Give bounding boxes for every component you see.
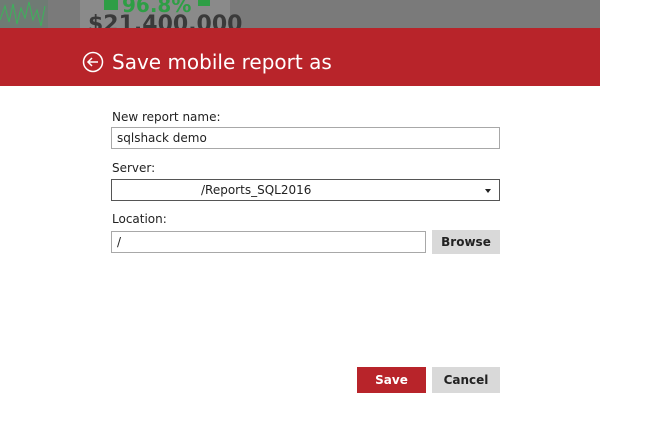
report-name-label: New report name: xyxy=(112,110,221,124)
report-name-input[interactable]: sqlshack demo xyxy=(111,127,500,149)
kpi-value: $21,400,000 xyxy=(88,12,243,29)
background-kpi-panel: 96.8% $21,400,000 xyxy=(80,0,242,28)
back-arrow-icon[interactable] xyxy=(82,51,104,73)
server-select[interactable]: /Reports_SQL2016 xyxy=(111,179,500,201)
server-value: /Reports_SQL2016 xyxy=(201,183,312,197)
save-button[interactable]: Save xyxy=(357,367,426,393)
location-input[interactable]: / xyxy=(111,231,426,253)
background-report-canvas: 96.8% $21,400,000 xyxy=(0,0,600,28)
kpi-indicator xyxy=(104,0,118,10)
browse-button[interactable]: Browse xyxy=(432,230,500,254)
kpi-indicator xyxy=(198,0,210,6)
cancel-button[interactable]: Cancel xyxy=(432,367,500,393)
chevron-down-icon[interactable] xyxy=(485,189,491,193)
server-host-redacted xyxy=(117,184,201,194)
report-name-value: sqlshack demo xyxy=(117,131,207,145)
background-line-chart xyxy=(0,0,48,28)
dialog-title: Save mobile report as xyxy=(112,50,332,74)
location-value: / xyxy=(117,235,122,249)
server-label: Server: xyxy=(112,161,156,175)
location-label: Location: xyxy=(112,212,167,226)
